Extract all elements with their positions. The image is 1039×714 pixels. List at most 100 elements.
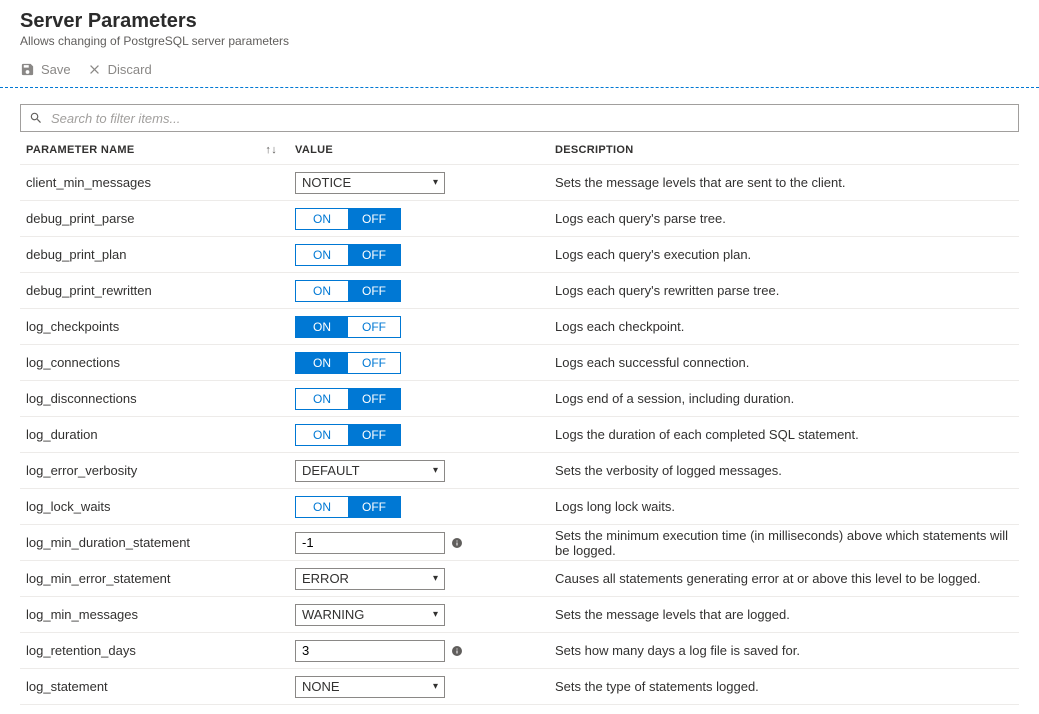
table-row: debug_print_parseONOFF Logs each query's … bbox=[20, 201, 1019, 237]
chevron-down-icon: ▾ bbox=[433, 573, 438, 584]
toggle-off[interactable]: OFF bbox=[348, 389, 400, 409]
table-row: debug_print_rewrittenONOFF Logs each quer… bbox=[20, 273, 1019, 309]
column-header-description[interactable]: Description bbox=[555, 144, 1019, 156]
param-value-cell: ONOFF bbox=[295, 244, 555, 266]
value-toggle[interactable]: ONOFF bbox=[295, 244, 401, 266]
param-name: debug_print_parse bbox=[20, 211, 295, 226]
toggle-on[interactable]: ON bbox=[296, 281, 348, 301]
toggle-off[interactable]: OFF bbox=[348, 497, 400, 517]
param-value-cell bbox=[295, 640, 555, 662]
value-dropdown[interactable]: WARNING▾ bbox=[295, 604, 445, 626]
param-name: client_min_messages bbox=[20, 175, 295, 190]
param-name: log_min_duration_statement bbox=[20, 535, 295, 550]
param-name: log_connections bbox=[20, 355, 295, 370]
value-dropdown[interactable]: NOTICE▾ bbox=[295, 172, 445, 194]
param-description: Sets the type of statements logged. bbox=[555, 679, 1019, 694]
column-header-name[interactable]: Parameter Name ↑↓ bbox=[20, 144, 295, 156]
discard-button[interactable]: Discard bbox=[87, 62, 152, 77]
param-name: debug_print_rewritten bbox=[20, 283, 295, 298]
toggle-on[interactable]: ON bbox=[296, 389, 348, 409]
value-toggle[interactable]: ONOFF bbox=[295, 352, 401, 374]
param-description: Sets the message levels that are logged. bbox=[555, 607, 1019, 622]
param-description: Logs the duration of each completed SQL … bbox=[555, 427, 1019, 442]
toggle-on[interactable]: ON bbox=[296, 317, 348, 337]
param-description: Logs each query's execution plan. bbox=[555, 247, 1019, 262]
value-toggle[interactable]: ONOFF bbox=[295, 424, 401, 446]
page-title: Server Parameters bbox=[20, 10, 1019, 33]
chevron-down-icon: ▾ bbox=[433, 681, 438, 692]
column-header-value[interactable]: Value bbox=[295, 144, 555, 156]
value-dropdown[interactable]: DEFAULT▾ bbox=[295, 460, 445, 482]
toggle-off[interactable]: OFF bbox=[348, 353, 400, 373]
param-value-cell: ONOFF bbox=[295, 208, 555, 230]
value-input[interactable] bbox=[295, 640, 445, 662]
table-row: log_statementNONE▾ Sets the type of state… bbox=[20, 669, 1019, 705]
table-row: log_lock_waitsONOFF Logs long lock waits. bbox=[20, 489, 1019, 525]
toggle-off[interactable]: OFF bbox=[348, 317, 400, 337]
toggle-off[interactable]: OFF bbox=[348, 209, 400, 229]
table-row: log_durationONOFF Logs the duration of ea… bbox=[20, 417, 1019, 453]
save-button[interactable]: Save bbox=[20, 62, 71, 77]
toggle-on[interactable]: ON bbox=[296, 425, 348, 445]
search-input[interactable] bbox=[43, 111, 1010, 126]
param-name: log_checkpoints bbox=[20, 319, 295, 334]
param-description: Causes all statements generating error a… bbox=[555, 571, 1019, 586]
param-value-cell: WARNING▾ bbox=[295, 604, 555, 626]
param-description: Logs long lock waits. bbox=[555, 499, 1019, 514]
param-description: Logs each checkpoint. bbox=[555, 319, 1019, 334]
param-value-cell: DEFAULT▾ bbox=[295, 460, 555, 482]
param-value-cell: ONOFF bbox=[295, 352, 555, 374]
toggle-off[interactable]: OFF bbox=[348, 425, 400, 445]
param-value-cell: ONOFF bbox=[295, 388, 555, 410]
param-description: Logs each query's parse tree. bbox=[555, 211, 1019, 226]
search-input-wrap[interactable] bbox=[20, 104, 1019, 132]
param-description: Sets the message levels that are sent to… bbox=[555, 175, 1019, 190]
param-value-cell: ONOFF bbox=[295, 424, 555, 446]
info-icon[interactable] bbox=[451, 645, 463, 657]
table-row: log_checkpointsONOFF Logs each checkpoint… bbox=[20, 309, 1019, 345]
info-icon[interactable] bbox=[451, 537, 463, 549]
chevron-down-icon: ▾ bbox=[433, 609, 438, 620]
toggle-off[interactable]: OFF bbox=[348, 245, 400, 265]
param-description: Logs end of a session, including duratio… bbox=[555, 391, 1019, 406]
toggle-on[interactable]: ON bbox=[296, 497, 348, 517]
value-toggle[interactable]: ONOFF bbox=[295, 208, 401, 230]
param-name: log_retention_days bbox=[20, 643, 295, 658]
table-row: log_min_messagesWARNING▾ Sets the message… bbox=[20, 597, 1019, 633]
param-name: log_lock_waits bbox=[20, 499, 295, 514]
toggle-on[interactable]: ON bbox=[296, 353, 348, 373]
param-description: Logs each successful connection. bbox=[555, 355, 1019, 370]
param-description: Sets the verbosity of logged messages. bbox=[555, 463, 1019, 478]
toggle-off[interactable]: OFF bbox=[348, 281, 400, 301]
table-row: log_connectionsONOFF Logs each successful… bbox=[20, 345, 1019, 381]
param-name: log_error_verbosity bbox=[20, 463, 295, 478]
value-dropdown[interactable]: NONE▾ bbox=[295, 676, 445, 698]
param-name: log_statement bbox=[20, 679, 295, 694]
param-description: Logs each query's rewritten parse tree. bbox=[555, 283, 1019, 298]
sort-icon: ↑↓ bbox=[265, 144, 277, 156]
param-value-cell: ONOFF bbox=[295, 280, 555, 302]
param-value-cell: ONOFF bbox=[295, 496, 555, 518]
page-header: Server Parameters Allows changing of Pos… bbox=[20, 10, 1019, 48]
value-toggle[interactable]: ONOFF bbox=[295, 388, 401, 410]
param-name: log_duration bbox=[20, 427, 295, 442]
param-name: log_disconnections bbox=[20, 391, 295, 406]
value-toggle[interactable]: ONOFF bbox=[295, 280, 401, 302]
search-icon bbox=[29, 111, 43, 125]
table-row: log_error_verbosityDEFAULT▾ Sets the verb… bbox=[20, 453, 1019, 489]
value-toggle[interactable]: ONOFF bbox=[295, 496, 401, 518]
param-value-cell bbox=[295, 532, 555, 554]
table-row: log_min_duration_statementSets the minim… bbox=[20, 525, 1019, 561]
param-name: debug_print_plan bbox=[20, 247, 295, 262]
toolbar: Save Discard bbox=[20, 62, 1019, 87]
value-toggle[interactable]: ONOFF bbox=[295, 316, 401, 338]
toggle-on[interactable]: ON bbox=[296, 245, 348, 265]
grid-header: Parameter Name ↑↓ Value Description bbox=[20, 136, 1019, 165]
toggle-on[interactable]: ON bbox=[296, 209, 348, 229]
value-dropdown[interactable]: ERROR▾ bbox=[295, 568, 445, 590]
param-name: log_min_messages bbox=[20, 607, 295, 622]
param-value-cell: ERROR▾ bbox=[295, 568, 555, 590]
value-input[interactable] bbox=[295, 532, 445, 554]
table-row: log_retention_daysSets how many days a l… bbox=[20, 633, 1019, 669]
param-name: log_min_error_statement bbox=[20, 571, 295, 586]
